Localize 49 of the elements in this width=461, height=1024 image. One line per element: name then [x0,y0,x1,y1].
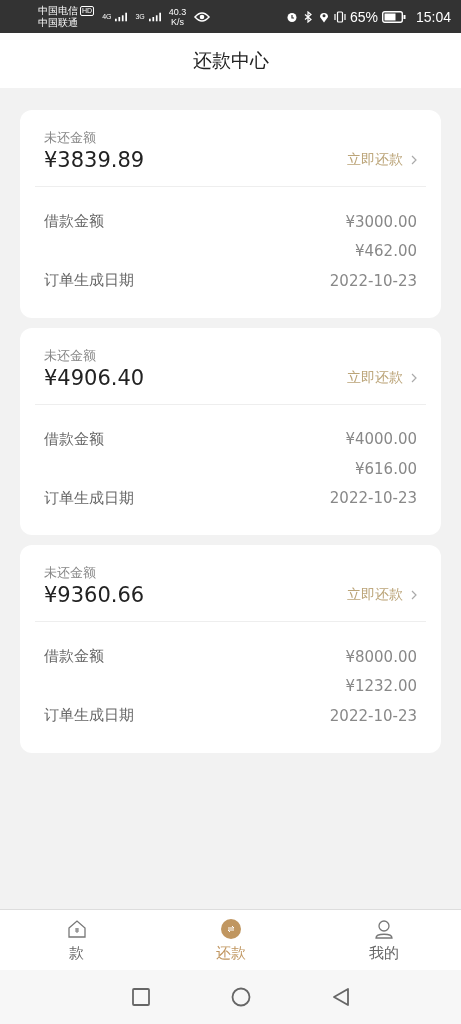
row-value: ¥4000.00 [345,430,417,449]
row-label: 借款金额 [44,647,104,667]
clock-time: 15:04 [415,8,451,25]
row-value: ¥1232.00 [345,677,417,696]
row-value: 2022-10-23 [329,271,417,290]
chevron-right-icon [411,372,417,383]
recents-icon[interactable] [130,987,151,1007]
vibrate-icon [333,10,346,23]
chevron-right-icon [411,590,417,600]
due-label: 未还金额 [44,565,97,581]
due-label: 未还金额 [44,130,97,146]
chevron-right-icon [411,155,417,165]
row-value: ¥8000.00 [345,647,417,666]
row-label: 订单生成日期 [44,271,134,291]
speed-unit: K/s [171,16,185,27]
battery-percent: 65% [349,8,378,25]
signal-icon [115,11,128,22]
carrier-name: 中国电信 [38,4,78,17]
carrier-name: 中国联通 [38,16,79,29]
alarm-icon [285,10,298,23]
network-speed: 40.3 [168,6,187,17]
repay-now-link[interactable]: 立即还款 [347,368,417,387]
home-icon[interactable] [230,987,251,1007]
row-label: 借款金额 [44,212,104,232]
nav-tab[interactable]: 我的 [307,910,461,970]
exchange-icon [219,917,242,940]
repay-now-link[interactable]: 立即还款 [347,151,417,169]
due-amount: ¥3839.89 [44,147,145,174]
back-icon[interactable] [330,987,351,1007]
row-value: 2022-10-23 [329,706,417,725]
battery-icon [381,10,406,23]
signal-icon [148,11,161,22]
row-value: 2022-10-23 [329,489,417,508]
nav-tab[interactable]: 还款 [153,910,308,970]
due-amount: ¥9360.66 [44,582,145,609]
nav-tab[interactable]: 款 [0,910,154,970]
page-title: 还款中心 [192,47,269,73]
row-label: 订单生成日期 [44,488,134,508]
eye-icon [194,11,211,22]
row-value: ¥616.00 [354,459,417,478]
row-label: 订单生成日期 [44,706,134,726]
due-label: 未还金额 [44,347,97,364]
row-value: ¥462.00 [354,242,417,261]
repay-now-link[interactable]: 立即还款 [347,586,417,604]
row-label: 借款金额 [44,429,104,449]
person-icon [373,917,396,940]
location-icon [317,10,330,23]
row-value: ¥3000.00 [345,212,417,231]
due-amount: ¥4906.40 [44,364,145,392]
